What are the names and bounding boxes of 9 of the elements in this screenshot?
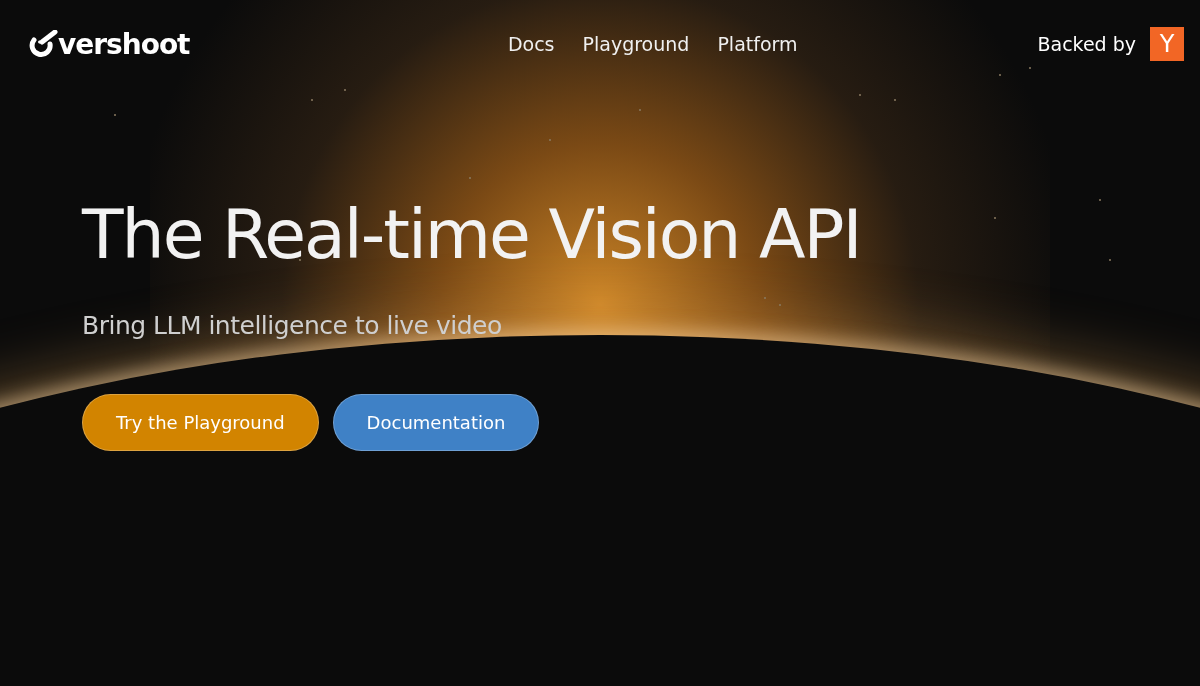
documentation-button[interactable]: Documentation [332, 393, 540, 451]
nav-link[interactable]: Playground [582, 33, 690, 55]
hero-title: The Real-time Vision API [82, 198, 862, 273]
hero-subtitle: Bring LLM intelligence to live video [82, 310, 503, 340]
backed-by-text: Backed by [1037, 33, 1136, 55]
nav-link[interactable]: Platform [717, 33, 798, 55]
nav-link[interactable]: Docs [507, 33, 555, 55]
logo-text: vershoot [58, 27, 190, 61]
logo-icon [28, 30, 58, 58]
